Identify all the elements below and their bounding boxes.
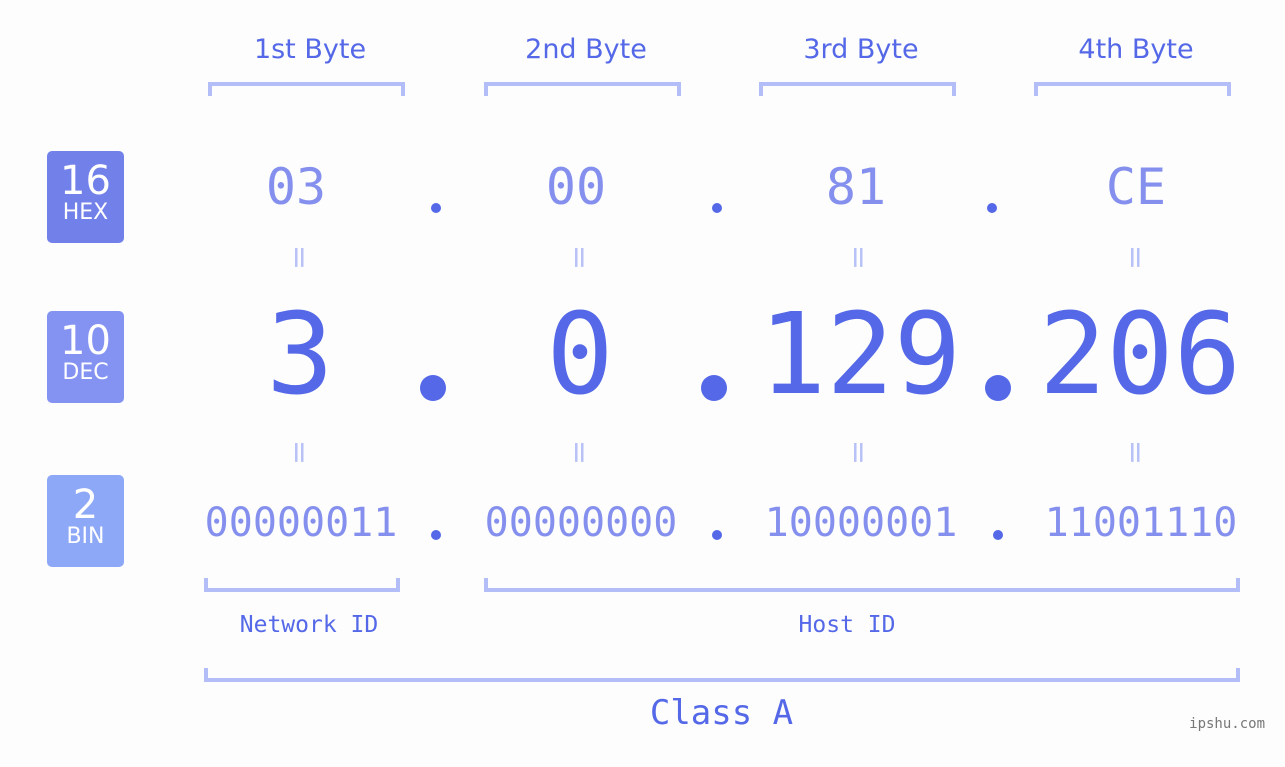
- dec-dot-1: [420, 375, 446, 401]
- byte-bracket-4: [1034, 82, 1231, 96]
- bin-byte-1: 00000011: [204, 500, 398, 546]
- hex-badge: 16 HEX: [47, 151, 124, 243]
- bin-byte-4: 11001110: [1044, 500, 1238, 546]
- byte-header-3: 3rd Byte: [803, 34, 919, 65]
- bin-badge: 2 BIN: [47, 475, 124, 567]
- network-id-label: Network ID: [239, 612, 379, 638]
- class-label: Class A: [649, 693, 794, 733]
- bin-byte-2: 00000000: [484, 500, 678, 546]
- hex-byte-2: 00: [545, 158, 607, 216]
- dec-base-label: DEC: [62, 360, 109, 385]
- byte-header-1: 1st Byte: [253, 34, 367, 65]
- equals-icon: =: [1118, 439, 1154, 466]
- dec-dot-3: [985, 375, 1011, 401]
- equals-icon: =: [841, 244, 877, 271]
- host-id-label: Host ID: [798, 612, 896, 638]
- byte-bracket-2: [484, 82, 681, 96]
- hex-byte-3: 81: [825, 158, 887, 216]
- hex-base-label: HEX: [62, 200, 109, 225]
- equals-icon: =: [562, 439, 598, 466]
- bin-byte-3: 10000001: [764, 500, 958, 546]
- hex-byte-1: 03: [265, 158, 327, 216]
- byte-header-4: 4th Byte: [1078, 34, 1194, 65]
- dec-byte-4: 206: [1038, 290, 1242, 420]
- equals-icon: =: [562, 244, 598, 271]
- byte-bracket-1: [208, 82, 405, 96]
- byte-bracket-3: [759, 82, 956, 96]
- bin-dot-1: [431, 530, 441, 540]
- dec-base-number: 10: [60, 318, 111, 364]
- hex-base-number: 16: [60, 158, 111, 204]
- equals-icon: =: [841, 439, 877, 466]
- equals-icon: =: [282, 439, 318, 466]
- hex-dot-2: [712, 203, 722, 213]
- dec-dot-2: [701, 375, 727, 401]
- bin-base-number: 2: [72, 482, 99, 528]
- dec-badge: 10 DEC: [47, 311, 124, 403]
- hex-dot-3: [987, 203, 997, 213]
- hex-byte-4: CE: [1105, 158, 1167, 216]
- watermark: ipshu.com: [1189, 716, 1265, 732]
- class-bracket: [204, 668, 1240, 682]
- host-id-bracket: [484, 578, 1240, 592]
- bin-dot-2: [712, 530, 722, 540]
- hex-dot-1: [431, 203, 441, 213]
- bin-dot-3: [993, 530, 1003, 540]
- dec-byte-2: 0: [546, 290, 614, 420]
- dec-byte-1: 3: [266, 290, 334, 420]
- equals-icon: =: [282, 244, 318, 271]
- equals-icon: =: [1118, 244, 1154, 271]
- bin-base-label: BIN: [66, 524, 105, 549]
- dec-byte-3: 129: [758, 290, 962, 420]
- network-id-bracket: [204, 578, 400, 592]
- byte-header-2: 2nd Byte: [525, 34, 647, 65]
